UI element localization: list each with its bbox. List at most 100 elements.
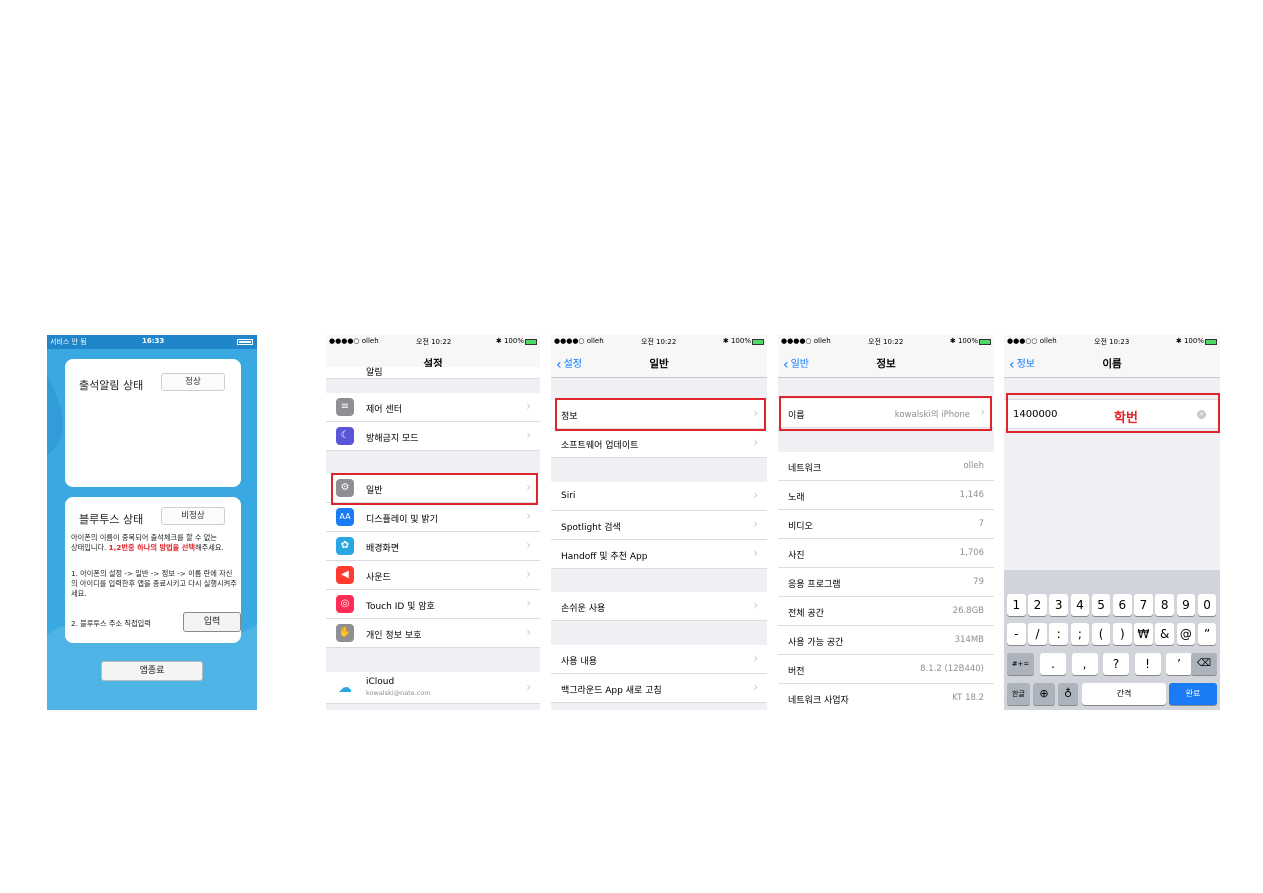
- moon-icon: ☾: [336, 427, 354, 445]
- settings-row-notifications[interactable]: 알림: [326, 367, 540, 379]
- sound-icon: ◀: [336, 566, 354, 584]
- bluetooth-title: 블루투스 상태: [79, 513, 144, 526]
- key-language[interactable]: 한글: [1007, 683, 1030, 705]
- chevron-right-icon: ›: [526, 596, 531, 610]
- attendance-card: 출석알림 상태 정상: [65, 359, 241, 487]
- key-symbol-7[interactable]: &: [1155, 623, 1174, 645]
- key-symbol-6[interactable]: ₩: [1134, 623, 1153, 645]
- backspace-icon[interactable]: ⌫: [1191, 653, 1217, 675]
- key-more-symbols[interactable]: #+=: [1007, 653, 1034, 675]
- key-digit-0[interactable]: 1: [1007, 594, 1026, 616]
- key-symbol-5[interactable]: ): [1113, 623, 1132, 645]
- settings-row-touch-id[interactable]: ◎ Touch ID 및 암호 ›: [326, 590, 540, 619]
- key-digit-5[interactable]: 6: [1113, 594, 1132, 616]
- about-row-photos: 사진 1,706: [778, 539, 994, 568]
- battery-icon: [525, 339, 537, 345]
- general-row-usage[interactable]: 사용 내용 ›: [551, 645, 767, 674]
- settings-row-wallpaper[interactable]: ✿ 배경화면 ›: [326, 532, 540, 561]
- battery-icon: [237, 339, 253, 345]
- page-title: 정보: [876, 358, 896, 370]
- time-label: 16:33: [142, 337, 165, 345]
- chevron-right-icon: ›: [753, 406, 758, 420]
- battery-icon: [1205, 339, 1217, 345]
- key-symbol-8[interactable]: @: [1176, 623, 1196, 645]
- cloud-icon: ☁: [336, 679, 354, 697]
- control-center-icon: ≡: [336, 398, 354, 416]
- settings-row-control-center[interactable]: ≡ 제어 센터 ›: [326, 393, 540, 422]
- key-punct-1[interactable]: ,: [1071, 653, 1098, 675]
- general-row-about[interactable]: 정보 ›: [551, 400, 767, 429]
- general-row-software-update[interactable]: 소프트웨어 업데이트 ›: [551, 429, 767, 458]
- clear-text-icon[interactable]: ×: [1197, 410, 1206, 419]
- student-id-annotation: 학번: [1114, 411, 1138, 426]
- settings-row-privacy[interactable]: ✋ 개인 정보 보호 ›: [326, 619, 540, 648]
- general-row-spotlight[interactable]: Spotlight 검색 ›: [551, 511, 767, 540]
- globe-icon[interactable]: ⊕: [1033, 683, 1055, 705]
- key-digit-9[interactable]: 0: [1197, 594, 1217, 616]
- key-digit-7[interactable]: 8: [1155, 594, 1174, 616]
- key-space[interactable]: 간격: [1082, 683, 1166, 705]
- key-symbol-4[interactable]: (: [1091, 623, 1111, 645]
- status-bar: ●●●●○ olleh 오전 10:22 ✱ 100%: [326, 335, 540, 349]
- exit-app-button[interactable]: 앱종료: [101, 661, 203, 681]
- key-digit-2[interactable]: 3: [1049, 594, 1068, 616]
- notice-highlight: 1,2번중 하나의 방법을 선택: [108, 543, 196, 552]
- key-digit-1[interactable]: 2: [1028, 594, 1047, 616]
- about-row-carrier: 네트워크 사업자 KT 18.2: [778, 684, 994, 710]
- key-symbol-3[interactable]: ;: [1070, 623, 1090, 645]
- step1-instructions: 1. 아이폰의 설정 -> 일반 -> 정보 -> 이름 란에 자신의 아이디를…: [71, 569, 237, 598]
- general-row-background-refresh[interactable]: 백그라운드 App 새로 고침 ›: [551, 674, 767, 703]
- key-symbol-9[interactable]: ”: [1197, 623, 1217, 645]
- input-button[interactable]: 입력: [183, 612, 241, 632]
- key-punct-3[interactable]: !: [1134, 653, 1161, 675]
- about-row-name[interactable]: 이름 kowalski의 iPhone ›: [778, 399, 994, 428]
- bluetooth-status-badge: 비정상: [161, 507, 225, 525]
- key-done[interactable]: 완료: [1169, 683, 1217, 705]
- general-row-accessibility[interactable]: 손쉬운 사용 ›: [551, 592, 767, 621]
- chevron-right-icon: ›: [526, 428, 531, 442]
- chevron-right-icon: ›: [526, 680, 531, 694]
- status-bar: ●●●○○ olleh 오전 10:23 ✱ 100%: [1004, 335, 1220, 349]
- attendance-app-screen: 서비스 안 됨 16:33 출석알림 상태 정상 블루투스 상태 비정상 아이폰…: [47, 335, 257, 710]
- key-symbol-0[interactable]: -: [1007, 623, 1026, 645]
- battery-icon: [979, 339, 991, 345]
- settings-row-display[interactable]: AA 디스플레이 및 밝기 ›: [326, 503, 540, 532]
- wallpaper-icon: ✿: [336, 537, 354, 555]
- about-row-apps: 응용 프로그램 79: [778, 568, 994, 597]
- key-digit-8[interactable]: 9: [1176, 594, 1196, 616]
- settings-row-sound[interactable]: ◀ 사운드 ›: [326, 561, 540, 590]
- page-title: 일반: [649, 358, 669, 370]
- display-icon: AA: [336, 508, 354, 526]
- key-digit-6[interactable]: 7: [1134, 594, 1153, 616]
- chevron-right-icon: ›: [753, 488, 758, 502]
- microphone-icon[interactable]: ♁: [1058, 683, 1078, 705]
- chevron-right-icon: ›: [526, 538, 531, 552]
- key-punct-4[interactable]: ’: [1166, 653, 1192, 675]
- page-title: 이름: [1102, 358, 1122, 370]
- key-punct-2[interactable]: ?: [1103, 653, 1129, 675]
- chevron-right-icon: ›: [753, 680, 758, 694]
- about-row-available: 사용 가능 공간 314MB: [778, 626, 994, 655]
- ios-general-screen: ●●●●○ olleh 오전 10:22 ✱ 100% ‹ 설정 일반 정보 › 소…: [551, 335, 767, 710]
- key-symbol-2[interactable]: :: [1049, 623, 1068, 645]
- key-punct-0[interactable]: .: [1040, 653, 1066, 675]
- ios-settings-screen: ●●●●○ olleh 오전 10:22 ✱ 100% 설정 알림 ≡ 제어 센…: [326, 335, 540, 710]
- nav-bar: ‹ 일반 정보: [778, 349, 994, 378]
- key-symbol-1[interactable]: /: [1028, 623, 1047, 645]
- device-name-input[interactable]: 1400000 학번 ×: [1004, 399, 1220, 429]
- chevron-right-icon: ›: [753, 598, 758, 612]
- chevron-right-icon: ›: [753, 517, 758, 531]
- fingerprint-icon: ◎: [336, 595, 354, 613]
- key-digit-3[interactable]: 4: [1070, 594, 1090, 616]
- nav-bar: ‹ 정보 이름: [1004, 349, 1220, 378]
- settings-row-do-not-disturb[interactable]: ☾ 방해금지 모드 ›: [326, 422, 540, 451]
- general-row-siri[interactable]: Siri ›: [551, 482, 767, 511]
- key-digit-4[interactable]: 5: [1091, 594, 1111, 616]
- chevron-right-icon: ›: [526, 509, 531, 523]
- settings-row-icloud[interactable]: ☁ iCloud kowalski@nate.com ›: [326, 672, 540, 704]
- general-row-handoff[interactable]: Handoff 및 추천 App ›: [551, 540, 767, 569]
- settings-row-general[interactable]: ⚙ 일반 ›: [326, 474, 540, 503]
- ios-name-edit-screen: ●●●○○ olleh 오전 10:23 ✱ 100% ‹ 정보 이름 14000…: [1004, 335, 1220, 710]
- ios-about-screen: ●●●●○ olleh 오전 10:22 ✱ 100% ‹ 일반 정보 이름 ko…: [778, 335, 994, 710]
- chevron-right-icon: ›: [526, 625, 531, 639]
